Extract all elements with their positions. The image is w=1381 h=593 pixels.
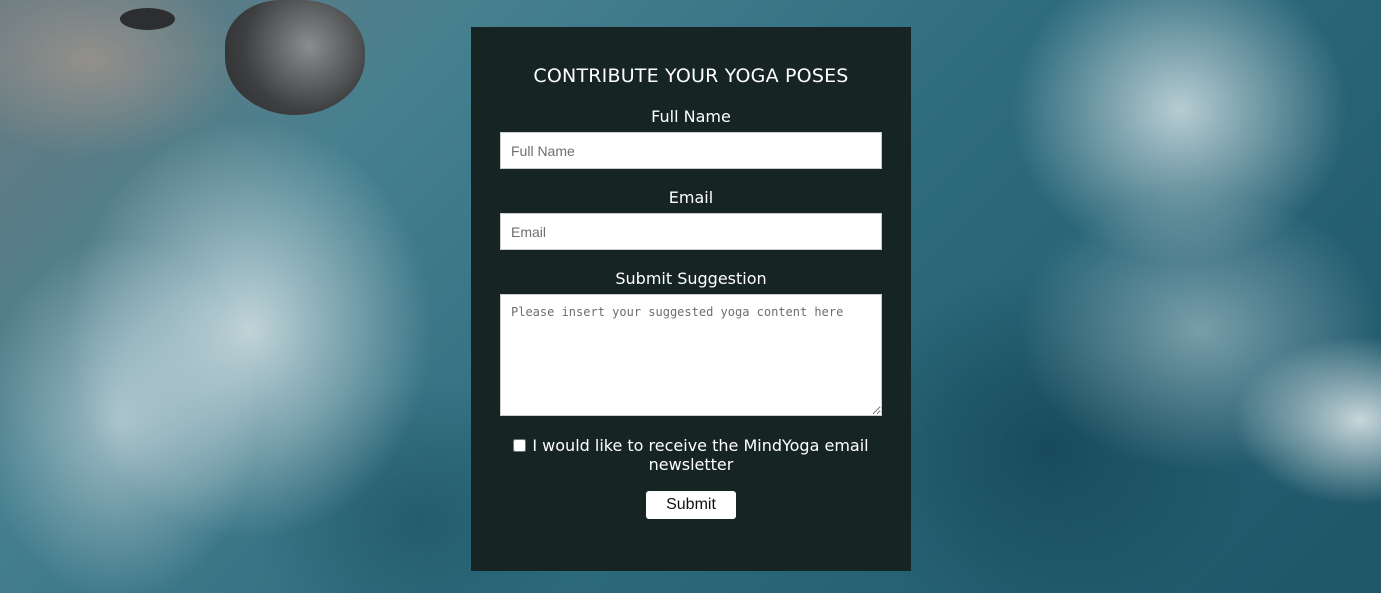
newsletter-option: I would like to receive the MindYoga ema… [511,436,871,474]
email-label: Email [668,188,714,207]
newsletter-label: I would like to receive the MindYoga ema… [532,436,869,474]
submit-button[interactable]: Submit [646,491,736,519]
rock-formation [225,0,365,115]
full-name-label: Full Name [651,107,731,126]
form-title: CONTRIBUTE YOUR YOGA POSES [533,65,849,87]
suggestion-label: Submit Suggestion [615,269,767,288]
contribute-form: CONTRIBUTE YOUR YOGA POSES Full Name Ema… [471,27,911,571]
email-input[interactable] [500,213,882,250]
newsletter-checkbox[interactable] [513,439,527,452]
suggestion-textarea[interactable] [500,294,882,416]
small-rock [120,8,175,30]
page: CONTRIBUTE YOUR YOGA POSES Full Name Ema… [0,0,1381,593]
full-name-input[interactable] [500,132,882,169]
